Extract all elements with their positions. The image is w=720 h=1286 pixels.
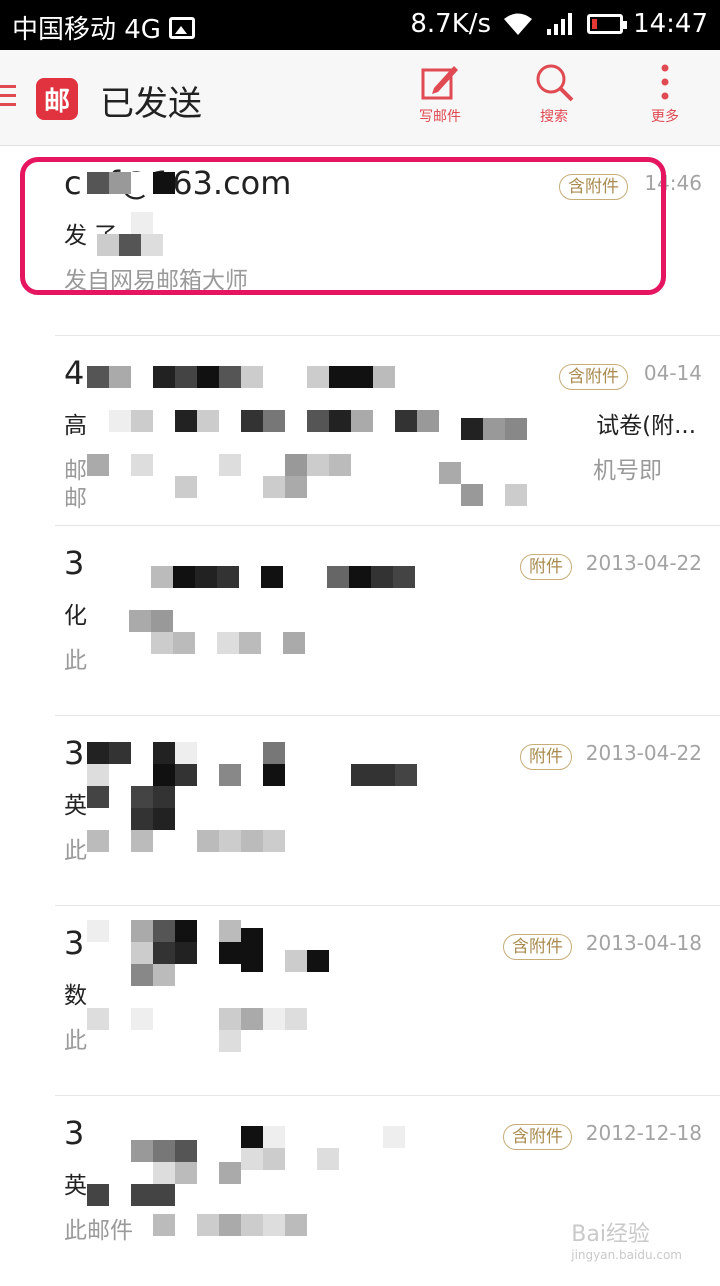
- mail-sender: 3: [64, 1114, 85, 1152]
- mail-subject: 化: [64, 603, 87, 629]
- mail-subject-tail: 试卷(附...: [596, 413, 696, 439]
- search-label: 搜索: [540, 109, 568, 125]
- mail-preview: 此邮件: [64, 1218, 133, 1244]
- mail-subject: 数: [64, 983, 87, 1009]
- wifi-icon: [501, 11, 535, 37]
- search-button[interactable]: 搜索: [514, 62, 594, 126]
- compose-button[interactable]: 写邮件: [400, 62, 480, 126]
- mail-subject: 英: [64, 1173, 87, 1199]
- carrier-label: 中国移动 4G: [12, 15, 161, 45]
- mail-preview: 此: [64, 838, 87, 864]
- baidu-watermark: Bai经验 jingyan.baidu.com: [571, 1216, 682, 1262]
- more-label: 更多: [651, 109, 679, 125]
- mail-preview-line2: 邮: [64, 486, 87, 512]
- mail-preview-tail: 机号即: [593, 458, 662, 484]
- attachment-badge: 附件: [520, 554, 572, 580]
- mail-date: 2012-12-18: [585, 1121, 702, 1145]
- mail-item[interactable]: 3 化 此 附件 2013-04-22: [0, 526, 720, 716]
- mail-item[interactable]: 3 英 此 附件 2013-04-22: [0, 716, 720, 906]
- mail-date: 2013-04-22: [585, 741, 702, 765]
- search-icon: [536, 64, 574, 102]
- clock: 14:47: [633, 9, 708, 39]
- compose-icon: [421, 66, 458, 100]
- attachment-badge: 含附件: [559, 364, 628, 390]
- image-notification-icon: [168, 16, 195, 39]
- compose-label: 写邮件: [419, 109, 461, 125]
- app-logo: 邮: [36, 78, 78, 120]
- more-icon: [661, 64, 669, 100]
- attachment-badge: 附件: [520, 744, 572, 770]
- mail-sender: 4: [64, 354, 85, 392]
- battery-icon: [587, 14, 628, 34]
- mail-date: 04-14: [643, 361, 702, 385]
- app-bar: 邮 已发送 写邮件 搜索 更多: [0, 50, 720, 146]
- mail-sender: 3: [64, 544, 85, 582]
- network-speed: 8.7K/s: [410, 9, 492, 39]
- mail-subject: 英: [64, 793, 87, 819]
- page-title: 已发送: [100, 84, 202, 124]
- mail-item[interactable]: 3 数 此 含附件 2013-04-18: [0, 906, 720, 1096]
- watermark-url: jingyan.baidu.com: [571, 1248, 682, 1262]
- attachment-badge: 含附件: [503, 934, 572, 960]
- mail-subject: 高: [64, 413, 87, 439]
- mail-sender: 3: [64, 924, 85, 962]
- mail-sender: 3: [64, 734, 85, 772]
- more-button[interactable]: 更多: [625, 62, 705, 126]
- mail-preview: 此: [64, 1028, 87, 1054]
- watermark-brand: Bai经验: [571, 1222, 650, 1247]
- mail-item[interactable]: 4 高 试卷(附... 邮 机号即 邮 含附件 04-14: [0, 336, 720, 526]
- mail-date: 2013-04-18: [585, 931, 702, 955]
- mail-date: 2013-04-22: [585, 551, 702, 575]
- status-bar: 中国移动 4G 8.7K/s 14:47: [0, 0, 720, 50]
- menu-icon[interactable]: [0, 85, 16, 109]
- highlight-frame: [20, 157, 666, 295]
- attachment-badge: 含附件: [503, 1124, 572, 1150]
- mail-preview: 此: [64, 648, 87, 674]
- signal-icon: [545, 11, 577, 37]
